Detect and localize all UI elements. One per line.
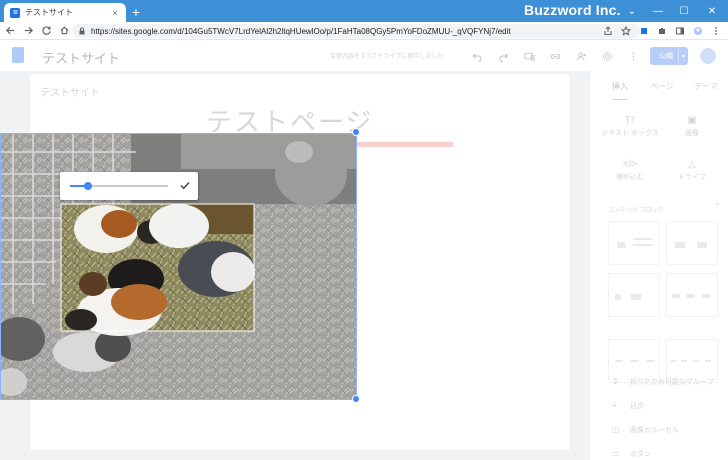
collapse-chevron-icon[interactable]: ⌃ [714, 202, 721, 211]
carousel-label: 画像カルーセル [630, 427, 679, 434]
publish-label: 公開 [659, 53, 673, 60]
insert-text-box[interactable]: Tт テキスト ボックス [600, 115, 660, 138]
lock-icon [79, 27, 85, 35]
layout-template[interactable] [608, 273, 660, 317]
insert-drive-label: ドライブ [678, 174, 706, 181]
home-icon[interactable] [56, 23, 72, 39]
publish-dropdown-icon[interactable]: ▾ [678, 47, 688, 65]
layout-template[interactable] [666, 273, 718, 317]
collapsible-icon: ⇕ [612, 377, 619, 386]
undo-icon[interactable] [470, 49, 484, 63]
editor-header: テストサイト 変更内容をすべてドライブに保存しました 公開 ▾ [0, 41, 728, 71]
button-block-icon: ▭ [612, 449, 620, 458]
brand-watermark: Buzzword Inc. [524, 2, 621, 18]
hero-accent-bar [355, 142, 453, 147]
preview-icon[interactable] [522, 49, 536, 63]
toc-icon: ≡ [612, 401, 617, 410]
redo-icon[interactable] [496, 49, 510, 63]
insert-drive[interactable]: △ ドライブ [662, 159, 722, 182]
profile-icon[interactable] [690, 23, 706, 39]
sites-favicon-icon [10, 7, 20, 18]
toc-label: 目次 [630, 403, 644, 410]
embed-icon: </> [622, 159, 638, 170]
insert-image[interactable]: ▣ 画像 [662, 115, 722, 138]
puzzle-icon[interactable] [654, 23, 670, 39]
kebab-menu-icon[interactable] [708, 23, 724, 39]
settings-gear-icon[interactable] [600, 49, 614, 63]
tab-search-icon[interactable]: ⌄ [620, 0, 644, 22]
browser-tab-strip: テストサイト × + Buzzword Inc. ⌄ — ☐ ✕ [0, 0, 728, 22]
share-icon[interactable] [600, 23, 616, 39]
forward-arrow-icon[interactable] [20, 23, 36, 39]
image-icon: ▣ [687, 115, 697, 126]
check-icon[interactable] [178, 178, 192, 192]
address-bar[interactable]: https://sites.google.com/d/104Gu5TWcV7Lr… [72, 24, 640, 38]
insert-embed[interactable]: </> 埋め込む [600, 159, 660, 182]
layout-template[interactable] [666, 221, 718, 265]
active-tab-indicator [612, 99, 628, 100]
publish-button[interactable]: 公開 ▾ [650, 47, 688, 65]
collapsible-group-item[interactable]: ⇕ 折りたたみ可能なグループ [612, 377, 714, 387]
link-icon[interactable] [548, 49, 562, 63]
insert-text-box-label: テキスト ボックス [601, 130, 659, 137]
layout-template[interactable] [608, 221, 660, 265]
browser-tab[interactable]: テストサイト × [4, 3, 126, 22]
content-blocks-heading: コンテンツ ブロック [608, 208, 664, 214]
text-box-icon: Tт [624, 115, 636, 126]
back-arrow-icon[interactable] [2, 23, 18, 39]
more-options-icon[interactable] [626, 49, 640, 63]
browser-toolbar: https://sites.google.com/d/104Gu5TWcV7Lr… [0, 22, 728, 40]
table-of-contents-item[interactable]: ≡ 目次 [612, 401, 644, 411]
drive-icon: △ [688, 159, 696, 170]
image-carousel-item[interactable]: ◫ 画像カルーセル [612, 425, 679, 435]
zoom-slider-thumb[interactable] [83, 182, 92, 190]
header-site-name[interactable]: テストサイト [40, 84, 100, 99]
share-user-icon[interactable] [574, 49, 588, 63]
side-panel-icon[interactable] [672, 23, 688, 39]
bookmark-star-icon[interactable] [618, 23, 634, 39]
tab-pages[interactable]: ページ [650, 81, 674, 92]
sites-logo-icon[interactable] [12, 47, 24, 63]
reload-icon[interactable] [38, 23, 54, 39]
close-window-button[interactable]: ✕ [700, 0, 724, 22]
tab-themes[interactable]: テーマ [694, 81, 718, 92]
tab-close-icon[interactable]: × [110, 8, 120, 18]
crop-zoom-toolbar [60, 172, 198, 200]
url-text: https://sites.google.com/d/104Gu5TWcV7Lr… [91, 26, 511, 36]
tab-title: テストサイト [25, 8, 73, 17]
carousel-icon: ◫ [612, 425, 620, 434]
new-tab-button[interactable]: + [128, 4, 144, 20]
insert-image-label: 画像 [685, 130, 699, 137]
resize-handle-top-right[interactable] [352, 128, 360, 136]
collapsible-group-label: 折りたたみ可能なグループ [630, 379, 714, 386]
button-item[interactable]: ▭ ボタン [612, 449, 651, 459]
extension-icon[interactable] [636, 23, 652, 39]
zoom-slider[interactable] [70, 182, 168, 190]
button-label: ボタン [630, 451, 651, 458]
save-status: 変更内容をすべてドライブに保存しました [330, 54, 444, 60]
account-avatar[interactable] [700, 48, 716, 64]
site-title[interactable]: テストサイト [42, 48, 120, 67]
maximize-button[interactable]: ☐ [672, 0, 696, 22]
minimize-button[interactable]: — [646, 0, 670, 22]
tab-insert[interactable]: 挿入 [612, 81, 628, 92]
side-panel: 挿入 ページ テーマ Tт テキスト ボックス ▣ 画像 </> 埋め込む △ … [598, 71, 728, 460]
insert-embed-label: 埋め込む [616, 174, 644, 181]
resize-handle-bottom-right[interactable] [352, 395, 360, 403]
crop-region[interactable] [60, 203, 255, 336]
